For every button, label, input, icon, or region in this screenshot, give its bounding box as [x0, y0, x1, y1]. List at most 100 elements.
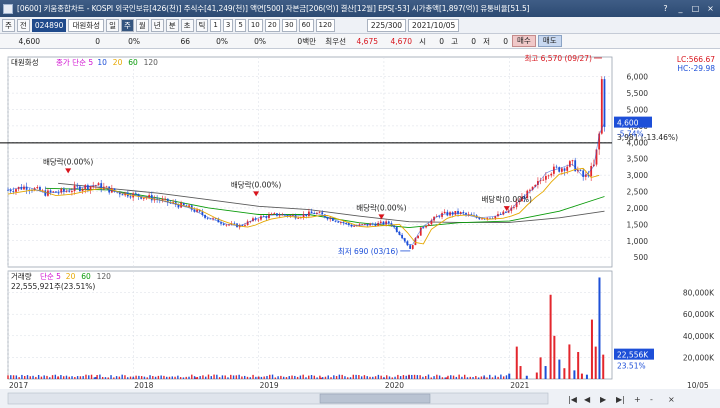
stock-code-input[interactable]: 024890 — [31, 18, 67, 32]
volume-bar-small — [26, 375, 29, 379]
volume-bar-small — [82, 376, 84, 379]
scrollbar-button[interactable]: + — [634, 395, 641, 404]
maximize-icon[interactable]: □ — [690, 3, 701, 14]
quote-volume: 66 — [180, 36, 190, 46]
volume-bar-small — [355, 374, 357, 379]
help-icon[interactable]: ? — [660, 3, 671, 14]
interval-30[interactable]: 30 — [281, 18, 297, 32]
candle-body — [68, 191, 71, 193]
period-month[interactable]: 월 — [135, 18, 149, 32]
volume-bar — [594, 346, 597, 379]
interval-120[interactable]: 120 — [315, 18, 335, 32]
volume-bar-small — [391, 377, 393, 379]
price-tick-label: 3,500 — [627, 155, 649, 164]
price-tick-label: 1,500 — [627, 220, 649, 229]
candle-body — [129, 196, 132, 198]
scrollbar-button[interactable]: × — [668, 395, 675, 404]
volume-bar-small — [408, 374, 410, 379]
candle-body — [12, 191, 15, 192]
volume-bar-small — [90, 374, 93, 379]
volume-bar — [590, 319, 593, 379]
candle-body — [555, 166, 558, 168]
kind-select[interactable]: 주 — [2, 18, 15, 32]
volume-bar-small — [294, 375, 296, 379]
price-legend-entry: 120 — [144, 58, 159, 67]
scrollbar-button[interactable]: - — [650, 395, 653, 404]
interval-60[interactable]: 60 — [298, 18, 314, 32]
mode-select[interactable]: 전 — [16, 18, 30, 32]
candle-body — [260, 216, 262, 220]
period-day[interactable]: 일 — [106, 18, 119, 32]
volume-bar-small — [57, 376, 59, 379]
volume-bar-small — [121, 374, 123, 379]
period-week[interactable]: 주 — [120, 18, 134, 32]
candle-body — [454, 211, 457, 215]
period-year[interactable]: 년 — [150, 18, 164, 32]
scrollbar-button[interactable]: ◀ — [584, 395, 591, 404]
volume-current-label: 22,556K — [617, 351, 649, 360]
period-minute[interactable]: 분 — [165, 18, 179, 32]
scrollbar-button[interactable]: |◀ — [568, 395, 578, 404]
scrollbar-button[interactable]: ▶| — [616, 395, 625, 404]
dividend-annotation: 배당락(0.00%) — [43, 156, 93, 166]
volume-bar-small — [205, 376, 207, 379]
period-tick[interactable]: 틱 — [195, 18, 209, 32]
volume-bar-small — [352, 374, 355, 379]
volume-bar-small — [260, 376, 263, 379]
volume-bar-small — [477, 377, 480, 379]
volume-bar — [558, 359, 561, 379]
candle-body — [387, 221, 390, 224]
stock-chart[interactable]: 5001,0001,5002,0002,5003,0003,5004,0004,… — [0, 49, 720, 408]
current-price-label: 4,600 — [617, 119, 639, 128]
buy-button[interactable]: 매수 — [512, 35, 536, 47]
candle-body — [92, 185, 95, 187]
scrollbar-thumb — [319, 393, 431, 404]
volume-bar-small — [455, 376, 458, 379]
app-icon — [3, 3, 13, 14]
stock-name-field[interactable]: 대원화성 — [68, 18, 105, 32]
interval-3[interactable]: 3 — [222, 18, 234, 32]
date-field[interactable]: 2021/10/05 — [408, 18, 460, 32]
dividend-annotation: 배당락(0.00%) — [231, 179, 281, 189]
volume-bar-small — [402, 375, 405, 379]
volume-bar-small — [230, 374, 232, 379]
interval-20[interactable]: 20 — [264, 18, 280, 32]
close-icon[interactable]: × — [705, 3, 716, 14]
volume-bar-small — [74, 376, 76, 379]
scrollbar[interactable]: |◀ ◀ ▶ ▶| + - × — [0, 389, 720, 408]
volume-bar-small — [333, 375, 335, 379]
volume-bar-small — [335, 376, 338, 379]
volume-bar-small — [235, 375, 238, 379]
volume-pane-title: 거래량 — [11, 272, 32, 281]
volume-bar-small — [132, 376, 135, 379]
volume-bar-small — [257, 376, 260, 379]
volume-bar-small — [76, 376, 79, 379]
volume-bar-small — [154, 376, 157, 379]
period-second[interactable]: 초 — [180, 18, 194, 32]
x-tick-label: 2017 — [9, 381, 28, 390]
volume-bar-small — [32, 375, 34, 379]
volume-bar-small — [249, 377, 251, 379]
x-tick-label: 2018 — [134, 381, 153, 390]
sell-button[interactable]: 매도 — [537, 35, 562, 47]
count-field[interactable]: 225/300 — [366, 18, 407, 32]
volume-bar-small — [502, 376, 505, 379]
candle-body — [270, 213, 273, 215]
volume-bar-small — [224, 375, 226, 379]
volume-bar-small — [62, 376, 65, 379]
candle-body — [121, 194, 124, 196]
candle-body — [563, 168, 566, 171]
interval-10[interactable]: 10 — [247, 18, 263, 32]
volume-bar-small — [107, 377, 109, 379]
volume-bar-small — [341, 374, 343, 379]
scrollbar-button[interactable]: ▶ — [600, 395, 607, 404]
volume-bar-small — [188, 376, 190, 379]
current-change-label: -5.74% — [617, 130, 644, 139]
interval-5[interactable]: 5 — [235, 18, 246, 32]
interval-1[interactable]: 1 — [210, 18, 221, 32]
minimize-icon[interactable]: _ — [675, 3, 686, 14]
candle-body — [78, 186, 81, 191]
volume-bar-small — [54, 374, 57, 379]
volume-bar-small — [269, 374, 271, 379]
volume-bar-small — [427, 374, 430, 379]
